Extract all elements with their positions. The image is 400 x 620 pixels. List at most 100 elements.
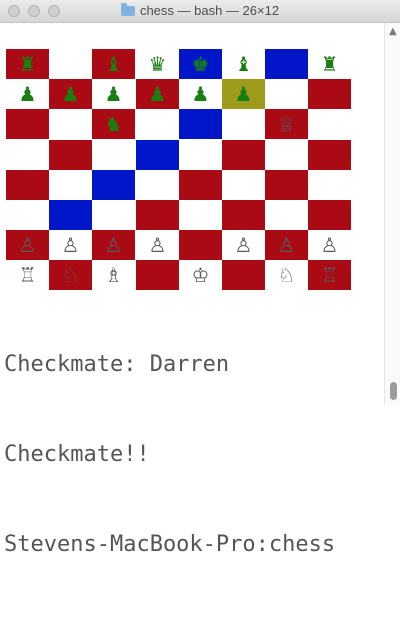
- scrollbar-thumb[interactable]: [390, 382, 397, 400]
- green-king-icon[interactable]: ♚: [192, 54, 210, 74]
- gray-pawn-icon[interactable]: ♙: [19, 235, 37, 255]
- window-title: chess — bash — 26×12: [0, 3, 400, 18]
- board-square[interactable]: ♙: [265, 230, 308, 260]
- board-square[interactable]: [308, 140, 351, 170]
- green-pawn-icon[interactable]: ♟: [149, 84, 167, 104]
- board-square[interactable]: ♟: [6, 79, 49, 109]
- board-square[interactable]: ♙: [92, 230, 135, 260]
- gray-knight-icon[interactable]: ♘: [62, 265, 80, 285]
- window-title-text: chess — bash — 26×12: [139, 3, 280, 18]
- terminal-window: chess — bash — 26×12 ▲ ♜ ♝ ♛ ♚ ♝ ♜ ♟ ♟ ♟ ♟ ♟ ♟ ♞ ♕ ♙ ♙ ♙…: [0, 0, 400, 557]
- board-square[interactable]: ♖: [6, 260, 49, 290]
- board-square[interactable]: [136, 109, 179, 139]
- board-square[interactable]: [49, 200, 92, 230]
- green-pawn-icon[interactable]: ♟: [62, 84, 80, 104]
- board-square[interactable]: [179, 230, 222, 260]
- board-square[interactable]: ♖: [308, 260, 351, 290]
- board-square[interactable]: [179, 200, 222, 230]
- board-square[interactable]: [265, 49, 308, 79]
- board-square[interactable]: [49, 109, 92, 139]
- gray-rook-icon[interactable]: ♖: [321, 265, 339, 285]
- board-square[interactable]: ♗: [92, 260, 135, 290]
- board-square[interactable]: ♔: [179, 260, 222, 290]
- board-square[interactable]: ♜: [308, 49, 351, 79]
- board-square[interactable]: [222, 260, 265, 290]
- board-square[interactable]: [179, 170, 222, 200]
- board-square[interactable]: [222, 170, 265, 200]
- green-knight-icon[interactable]: ♞: [105, 114, 123, 134]
- board-square[interactable]: [179, 140, 222, 170]
- board-square[interactable]: [265, 170, 308, 200]
- terminal-output: Checkmate: Darren Checkmate!! Stevens-Ma…: [4, 290, 384, 620]
- terminal-line-checkmate-player: Checkmate: Darren: [4, 352, 230, 377]
- vertical-scrollbar[interactable]: [384, 23, 400, 404]
- green-pawn-icon[interactable]: ♟: [19, 84, 37, 104]
- green-pawn-icon[interactable]: ♟: [192, 84, 210, 104]
- gray-queen-icon[interactable]: ♕: [278, 114, 296, 134]
- board-square[interactable]: [6, 140, 49, 170]
- board-square[interactable]: ♙: [49, 230, 92, 260]
- green-bishop-icon[interactable]: ♝: [105, 54, 123, 74]
- green-rook-icon[interactable]: ♜: [19, 54, 37, 74]
- board-square[interactable]: [136, 260, 179, 290]
- board-square[interactable]: [92, 140, 135, 170]
- board-square[interactable]: ♙: [136, 230, 179, 260]
- board-square[interactable]: [308, 170, 351, 200]
- board-square[interactable]: [179, 109, 222, 139]
- gray-king-icon[interactable]: ♔: [192, 265, 210, 285]
- board-square[interactable]: [136, 170, 179, 200]
- board-square[interactable]: ♝: [92, 49, 135, 79]
- board-square[interactable]: [308, 109, 351, 139]
- board-square[interactable]: ♟: [179, 79, 222, 109]
- board-square[interactable]: [49, 49, 92, 79]
- board-square[interactable]: [49, 140, 92, 170]
- board-square[interactable]: ♟: [136, 79, 179, 109]
- green-pawn-icon[interactable]: ♟: [105, 84, 123, 104]
- board-square[interactable]: [265, 79, 308, 109]
- board-square[interactable]: ♙: [222, 230, 265, 260]
- gray-pawn-icon[interactable]: ♙: [149, 235, 167, 255]
- board-square[interactable]: [136, 140, 179, 170]
- board-square[interactable]: ♘: [49, 260, 92, 290]
- board-square[interactable]: ♜: [6, 49, 49, 79]
- gray-pawn-icon[interactable]: ♙: [105, 235, 123, 255]
- green-bishop-icon[interactable]: ♝: [235, 54, 253, 74]
- scroll-up-icon[interactable]: ▲: [389, 26, 397, 37]
- board-square[interactable]: [92, 200, 135, 230]
- board-square[interactable]: [308, 200, 351, 230]
- board-square[interactable]: [6, 109, 49, 139]
- title-bar[interactable]: chess — bash — 26×12: [0, 0, 400, 23]
- green-queen-icon[interactable]: ♛: [149, 54, 167, 74]
- gray-pawn-icon[interactable]: ♙: [321, 235, 339, 255]
- gray-pawn-icon[interactable]: ♙: [62, 235, 80, 255]
- board-square[interactable]: [6, 170, 49, 200]
- board-square[interactable]: ♕: [265, 109, 308, 139]
- board-square[interactable]: ♟: [49, 79, 92, 109]
- green-pawn-icon[interactable]: ♟: [235, 84, 253, 104]
- gray-pawn-icon[interactable]: ♙: [278, 235, 296, 255]
- board-square[interactable]: [265, 140, 308, 170]
- board-square[interactable]: ♟: [92, 79, 135, 109]
- board-square[interactable]: [92, 170, 135, 200]
- board-square[interactable]: ♟: [222, 79, 265, 109]
- board-square[interactable]: ♙: [6, 230, 49, 260]
- board-square[interactable]: [6, 200, 49, 230]
- board-square[interactable]: ♘: [265, 260, 308, 290]
- board-square[interactable]: ♙: [308, 230, 351, 260]
- board-square[interactable]: [222, 109, 265, 139]
- green-rook-icon[interactable]: ♜: [321, 54, 339, 74]
- board-square[interactable]: [308, 79, 351, 109]
- board-square[interactable]: ♚: [179, 49, 222, 79]
- gray-bishop-icon[interactable]: ♗: [105, 265, 123, 285]
- board-square[interactable]: [222, 200, 265, 230]
- board-square[interactable]: [49, 170, 92, 200]
- board-square[interactable]: ♝: [222, 49, 265, 79]
- gray-rook-icon[interactable]: ♖: [19, 265, 37, 285]
- gray-knight-icon[interactable]: ♘: [278, 265, 296, 285]
- board-square[interactable]: ♛: [136, 49, 179, 79]
- board-square[interactable]: [265, 200, 308, 230]
- board-square[interactable]: ♞: [92, 109, 135, 139]
- board-square[interactable]: [136, 200, 179, 230]
- board-square[interactable]: [222, 140, 265, 170]
- gray-pawn-icon[interactable]: ♙: [235, 235, 253, 255]
